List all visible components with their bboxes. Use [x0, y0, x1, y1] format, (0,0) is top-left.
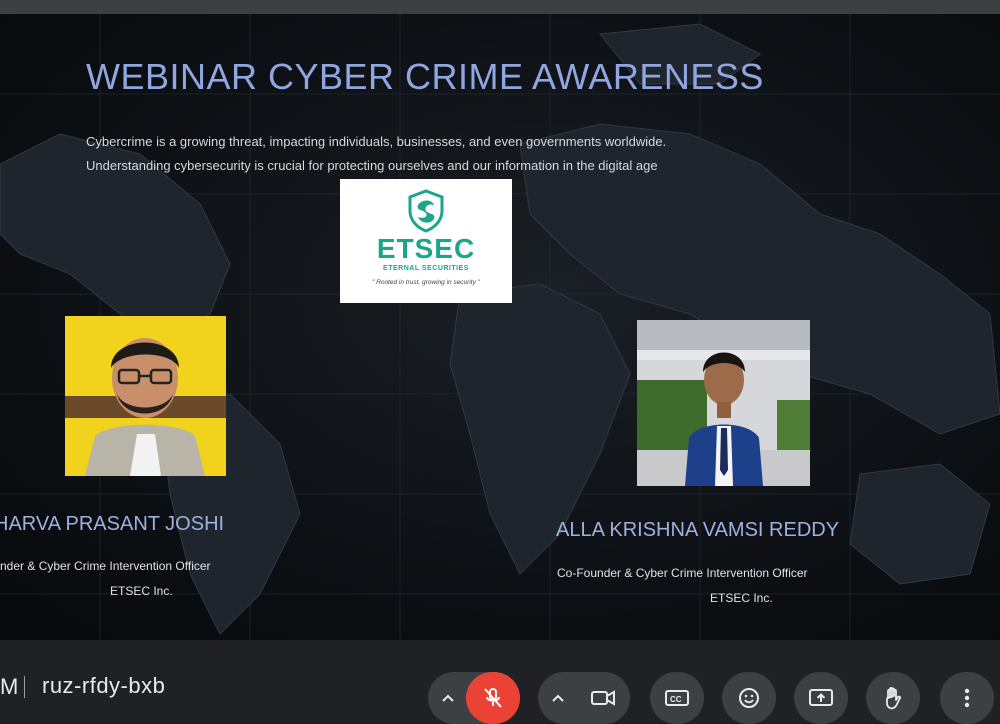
mic-toggle-button[interactable] — [466, 672, 520, 724]
speaker-2-role: Co-Founder & Cyber Crime Intervention Of… — [557, 566, 808, 580]
reactions-button[interactable] — [722, 672, 776, 724]
captions-button[interactable]: CC — [650, 672, 704, 724]
present-button[interactable] — [794, 672, 848, 724]
hand-icon — [886, 686, 901, 710]
chevron-up-icon — [442, 694, 454, 702]
speaker-1-photo — [65, 316, 226, 476]
emoji-icon — [739, 688, 759, 708]
speaker-2-photo — [637, 320, 810, 486]
chevron-up-icon — [552, 694, 564, 702]
speaker-2-org: ETSEC Inc. — [710, 591, 773, 605]
shield-logo-icon — [408, 189, 444, 233]
speaker-1-role: nder & Cyber Crime Intervention Officer — [0, 559, 211, 573]
logo-brand-text: ETSEC — [376, 233, 476, 264]
mic-off-icon — [484, 688, 502, 708]
more-options-button[interactable] — [940, 672, 994, 724]
slide-description: Cybercrime is a growing threat, impactin… — [86, 130, 666, 178]
mic-options-button[interactable] — [428, 672, 468, 724]
slide-title: WEBINAR CYBER CRIME AWARENESS — [86, 56, 764, 97]
presentation-slide: WEBINAR CYBER CRIME AWARENESS Cybercrime… — [0, 14, 1000, 640]
description-line-2: Understanding cybersecurity is crucial f… — [86, 158, 658, 173]
divider — [24, 676, 25, 698]
clock-time: M — [0, 674, 19, 699]
logo-subtitle: ETERNAL SECURITIES — [383, 265, 469, 272]
closed-captions-icon: CC — [665, 690, 689, 706]
description-line-1: Cybercrime is a growing threat, impactin… — [86, 134, 667, 149]
speaker-1-org: ETSEC Inc. — [110, 584, 173, 598]
camera-options-button[interactable] — [538, 672, 578, 724]
svg-text:CC: CC — [670, 695, 682, 704]
video-camera-icon — [591, 690, 615, 706]
meeting-code: ruz-rfdy-bxb — [42, 673, 166, 698]
present-screen-icon — [809, 689, 833, 706]
speaker-2-name: ALLA KRISHNA VAMSI REDDY — [556, 519, 840, 541]
window-top-strip — [0, 0, 1000, 14]
more-vert-icon — [964, 688, 970, 708]
logo-tagline: " Rooted in trust, growing in security " — [372, 279, 480, 286]
etsec-logo-card: ETSEC ETERNAL SECURITIES " Rooted in tru… — [340, 179, 512, 303]
speaker-1-name: HARVA PRASANT JOSHI — [0, 513, 225, 535]
camera-toggle-button[interactable] — [576, 672, 630, 724]
raise-hand-button[interactable] — [866, 672, 920, 724]
